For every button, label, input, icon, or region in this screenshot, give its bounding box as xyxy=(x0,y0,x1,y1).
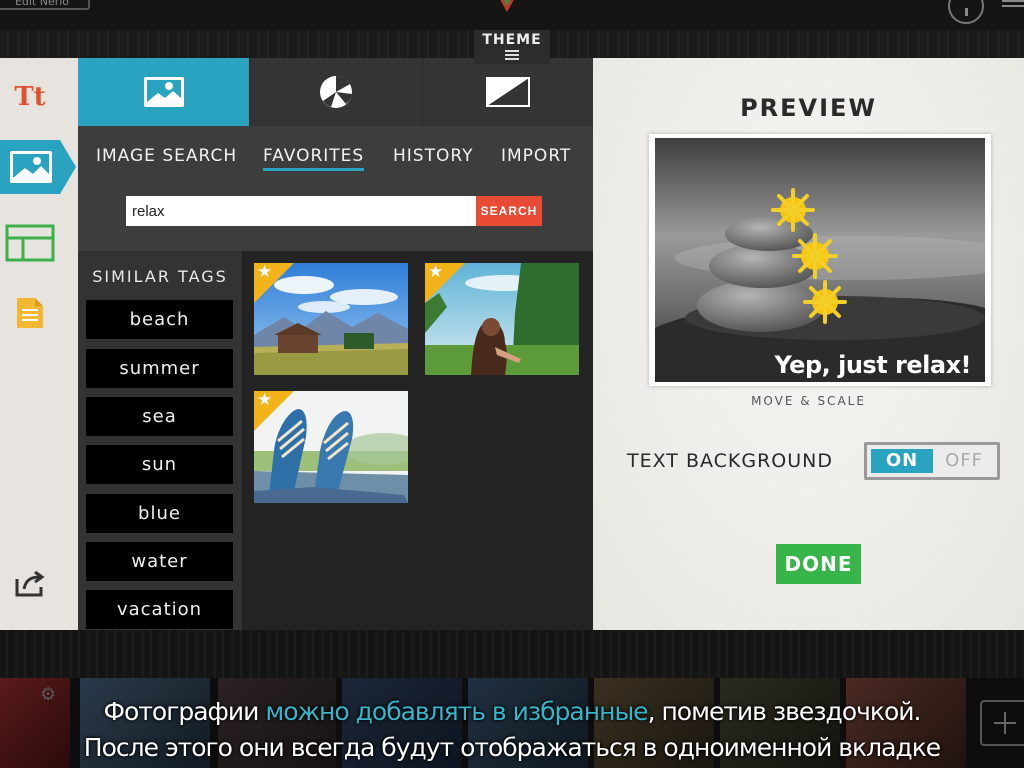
result-thumbnail[interactable]: ★ xyxy=(254,391,408,503)
theme-label: THEME xyxy=(482,32,542,48)
toggle-off[interactable]: OFF xyxy=(933,449,995,473)
contrast-icon xyxy=(486,77,530,107)
tag-item[interactable]: blue xyxy=(86,494,233,533)
text-tool-button[interactable]: Tt xyxy=(0,72,60,122)
caption-text: , пометив звездочкой. xyxy=(647,697,922,726)
layout-icon xyxy=(5,224,55,262)
top-bar: Edit Nerio xyxy=(0,0,1024,30)
panel-tabs xyxy=(78,58,593,134)
similar-tags: SIMILAR TAGS beach summer sea sun blue w… xyxy=(78,251,242,630)
result-thumbnail[interactable]: ★ xyxy=(425,263,579,375)
color-wheel-icon xyxy=(320,75,352,108)
caption-highlight: можно добавлять в избранные xyxy=(265,697,648,726)
tab-colors[interactable] xyxy=(250,58,422,126)
bottom-wood-bar xyxy=(0,630,1024,678)
subtab-import[interactable]: IMPORT xyxy=(501,146,571,166)
star-icon: ★ xyxy=(257,391,273,410)
caption-text: Фотографии xyxy=(103,697,266,726)
share-tool-button[interactable] xyxy=(0,558,60,608)
subtab-history[interactable]: HISTORY xyxy=(393,146,473,166)
tab-contrast[interactable] xyxy=(423,58,593,126)
theme-handle-icon xyxy=(505,50,519,60)
subtab-favorites[interactable]: FAVORITES xyxy=(263,146,365,171)
preview-image[interactable]: Yep, just relax! xyxy=(655,138,985,382)
preview-pane: PREVIEW Yep, just relax! MOVE & SCALE TE… xyxy=(593,58,1024,630)
source-bar: IMAGE SEARCH FAVORITES HISTORY IMPORT SE… xyxy=(78,126,593,251)
text-background-label: TEXT BACKGROUND xyxy=(627,450,833,472)
menu-icon[interactable] xyxy=(1002,0,1024,10)
results-grid: ★ ★ ★ xyxy=(242,251,593,630)
star-icon: ★ xyxy=(428,263,444,282)
similar-tags-title: SIMILAR TAGS xyxy=(92,267,228,286)
text-background-toggle[interactable]: ON OFF xyxy=(864,442,1000,480)
tag-item[interactable]: sun xyxy=(86,445,233,484)
tool-strip: Tt xyxy=(0,58,78,630)
toggle-on[interactable]: ON xyxy=(871,449,933,473)
preview-title: PREVIEW xyxy=(740,94,877,122)
document-icon xyxy=(17,298,43,328)
search-input[interactable] xyxy=(126,196,476,226)
info-icon[interactable] xyxy=(948,0,984,24)
theme-tab[interactable]: THEME xyxy=(474,30,550,64)
tag-item[interactable]: summer xyxy=(86,349,233,388)
layout-tool-button[interactable] xyxy=(0,218,60,268)
tag-item[interactable]: vacation xyxy=(86,590,233,629)
share-icon xyxy=(15,570,45,597)
image-panel: IMAGE SEARCH FAVORITES HISTORY IMPORT SE… xyxy=(78,58,593,630)
tag-item[interactable]: water xyxy=(86,542,233,581)
move-scale-hint: MOVE & SCALE xyxy=(751,394,866,408)
result-thumbnail[interactable]: ★ xyxy=(254,263,408,375)
tag-item[interactable]: beach xyxy=(86,300,233,339)
preview-frame[interactable]: Yep, just relax! xyxy=(649,134,991,386)
overlay-caption[interactable]: Yep, just relax! xyxy=(655,348,985,382)
text-tool-icon: Tt xyxy=(14,82,46,112)
caption-line-2: После этого они всегда будут отображатьс… xyxy=(83,733,941,762)
subtab-image-search[interactable]: IMAGE SEARCH xyxy=(96,146,237,166)
notes-tool-button[interactable] xyxy=(0,288,60,338)
tab-images[interactable] xyxy=(78,58,249,134)
caption-line-1: Фотографии можно добавлять в избранные, … xyxy=(0,694,1024,730)
image-icon xyxy=(143,77,184,107)
search-button[interactable]: SEARCH xyxy=(476,196,542,226)
image-icon xyxy=(10,151,52,183)
app-logo-icon xyxy=(500,0,514,12)
zen-stones-photo xyxy=(655,138,985,382)
edit-menu-button[interactable]: Edit Nerio xyxy=(0,0,90,10)
star-icon: ★ xyxy=(257,263,273,282)
image-tool-button[interactable] xyxy=(0,140,76,194)
done-button[interactable]: DONE xyxy=(776,544,861,584)
tutorial-caption: Фотографии можно добавлять в избранные, … xyxy=(0,694,1024,766)
tag-item[interactable]: sea xyxy=(86,397,233,436)
